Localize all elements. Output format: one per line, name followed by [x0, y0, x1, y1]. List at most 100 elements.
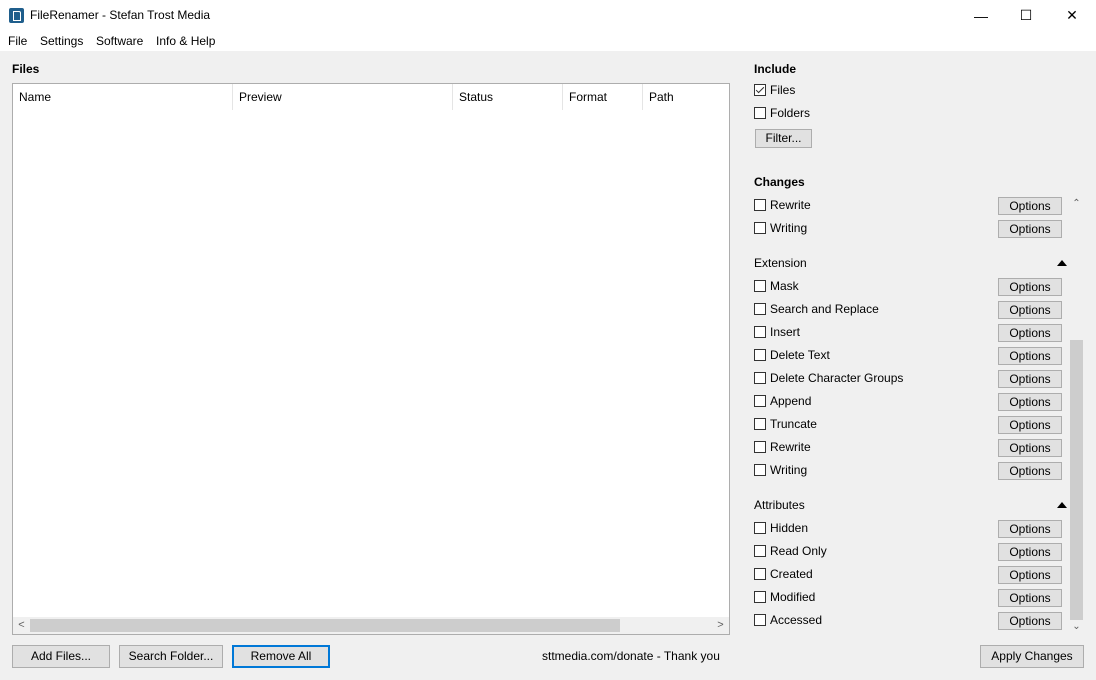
ext-rewrite-checkbox[interactable]: Rewrite [754, 438, 811, 456]
ext-append-checkbox[interactable]: Append [754, 392, 811, 410]
scroll-up-icon[interactable]: ⌃ [1068, 195, 1085, 212]
ext-truncate-checkbox[interactable]: Truncate [754, 415, 817, 433]
vertical-scrollbar[interactable]: ⌃ ⌄ [1068, 195, 1085, 635]
menu-settings[interactable]: Settings [40, 34, 83, 48]
close-button[interactable]: ✕ [1049, 0, 1095, 31]
attr-created-checkbox[interactable]: Created [754, 565, 813, 583]
include-files-label: Files [770, 83, 796, 97]
change-writing-checkbox[interactable]: Writing [754, 219, 807, 237]
options-button[interactable]: Options [998, 439, 1062, 457]
ext-search-replace-checkbox[interactable]: Search and Replace [754, 300, 879, 318]
donate-text[interactable]: sttmedia.com/donate - Thank you [542, 649, 720, 663]
checkbox-icon[interactable] [754, 395, 766, 407]
checkbox-icon[interactable] [754, 464, 766, 476]
column-path[interactable]: Path [643, 84, 729, 110]
minimize-button[interactable]: — [958, 0, 1004, 31]
checkbox-icon[interactable] [754, 280, 766, 292]
options-button[interactable]: Options [998, 589, 1062, 607]
checkbox-icon[interactable] [754, 568, 766, 580]
ext-insert-checkbox[interactable]: Insert [754, 323, 800, 341]
files-label: Files [12, 62, 40, 76]
option-label: Hidden [770, 521, 809, 535]
options-button[interactable]: Options [998, 197, 1062, 215]
checkbox-icon[interactable] [754, 591, 766, 603]
scroll-left-icon[interactable]: < [13, 617, 30, 634]
column-status[interactable]: Status [453, 84, 563, 110]
filter-button[interactable]: Filter... [755, 129, 812, 148]
changes-label: Changes [754, 175, 805, 189]
options-button[interactable]: Options [998, 416, 1062, 434]
remove-all-button[interactable]: Remove All [232, 645, 330, 668]
checkbox-icon[interactable] [754, 545, 766, 557]
apply-changes-button[interactable]: Apply Changes [980, 645, 1084, 668]
options-button[interactable]: Options [998, 370, 1062, 388]
column-preview[interactable]: Preview [233, 84, 453, 110]
attr-read-only-checkbox[interactable]: Read Only [754, 542, 827, 560]
attr-accessed-checkbox[interactable]: Accessed [754, 611, 822, 629]
checkbox-icon[interactable] [754, 326, 766, 338]
horizontal-scroll-thumb[interactable] [30, 619, 620, 632]
option-label: Rewrite [770, 198, 811, 212]
menu-bar: File Settings Software Info & Help [0, 31, 1096, 51]
include-folders-checkbox[interactable]: Folders [754, 104, 810, 122]
options-button[interactable]: Options [998, 462, 1062, 480]
option-label: Mask [770, 279, 799, 293]
collapse-up-icon[interactable] [1057, 502, 1067, 508]
attributes-label: Attributes [754, 498, 805, 512]
checkbox-icon[interactable] [754, 522, 766, 534]
options-button[interactable]: Options [998, 393, 1062, 411]
option-label: Writing [770, 463, 808, 477]
checkbox-icon[interactable] [754, 222, 766, 234]
checkbox-icon[interactable] [754, 107, 766, 119]
checkbox-icon[interactable] [754, 372, 766, 384]
scroll-right-icon[interactable]: > [712, 617, 729, 634]
options-button[interactable]: Options [998, 324, 1062, 342]
checkbox-icon[interactable] [754, 199, 766, 211]
collapse-up-icon[interactable] [1057, 260, 1067, 266]
checkbox-icon[interactable] [754, 441, 766, 453]
option-label: Truncate [770, 417, 817, 431]
checkbox-icon[interactable] [754, 418, 766, 430]
horizontal-scrollbar[interactable]: < > [13, 617, 729, 634]
ext-writing-checkbox[interactable]: Writing [754, 461, 807, 479]
checkbox-icon[interactable] [754, 303, 766, 315]
option-label: Created [770, 567, 813, 581]
include-folders-label: Folders [770, 106, 811, 120]
ext-mask-checkbox[interactable]: Mask [754, 277, 799, 295]
include-label: Include [754, 62, 797, 76]
options-button[interactable]: Options [998, 566, 1062, 584]
option-label: Delete Character Groups [770, 371, 904, 385]
column-name[interactable]: Name [13, 84, 233, 110]
add-files-button[interactable]: Add Files... [12, 645, 110, 668]
checkbox-icon[interactable] [754, 614, 766, 626]
options-button[interactable]: Options [998, 220, 1062, 238]
ext-delete-text-checkbox[interactable]: Delete Text [754, 346, 830, 364]
vertical-scroll-thumb[interactable] [1070, 340, 1083, 620]
attr-hidden-checkbox[interactable]: Hidden [754, 519, 808, 537]
option-label: Writing [770, 221, 808, 235]
attr-modified-checkbox[interactable]: Modified [754, 588, 815, 606]
options-button[interactable]: Options [998, 301, 1062, 319]
menu-file[interactable]: File [8, 34, 27, 48]
checkbox-icon[interactable] [754, 349, 766, 361]
title-bar: FileRenamer - Stefan Trost Media — ☐ ✕ [0, 0, 1096, 31]
maximize-button[interactable]: ☐ [1003, 0, 1049, 31]
ext-delete-char-groups-checkbox[interactable]: Delete Character Groups [754, 369, 903, 387]
options-button[interactable]: Options [998, 543, 1062, 561]
checkbox-checked-icon[interactable] [754, 84, 766, 96]
column-format[interactable]: Format [563, 84, 643, 110]
app-document-icon [9, 8, 24, 23]
options-button[interactable]: Options [998, 520, 1062, 538]
options-button[interactable]: Options [998, 347, 1062, 365]
menu-info-help[interactable]: Info & Help [156, 34, 215, 48]
option-label: Append [770, 394, 812, 408]
options-button[interactable]: Options [998, 278, 1062, 296]
menu-software[interactable]: Software [96, 34, 143, 48]
search-folder-button[interactable]: Search Folder... [119, 645, 223, 668]
scroll-down-icon[interactable]: ⌄ [1068, 618, 1085, 635]
include-files-checkbox[interactable]: Files [754, 81, 795, 99]
option-label: Modified [770, 590, 816, 604]
options-button[interactable]: Options [998, 612, 1062, 630]
file-list[interactable]: Name Preview Status Format Path < > [12, 83, 730, 635]
change-rewrite-checkbox[interactable]: Rewrite [754, 196, 811, 214]
